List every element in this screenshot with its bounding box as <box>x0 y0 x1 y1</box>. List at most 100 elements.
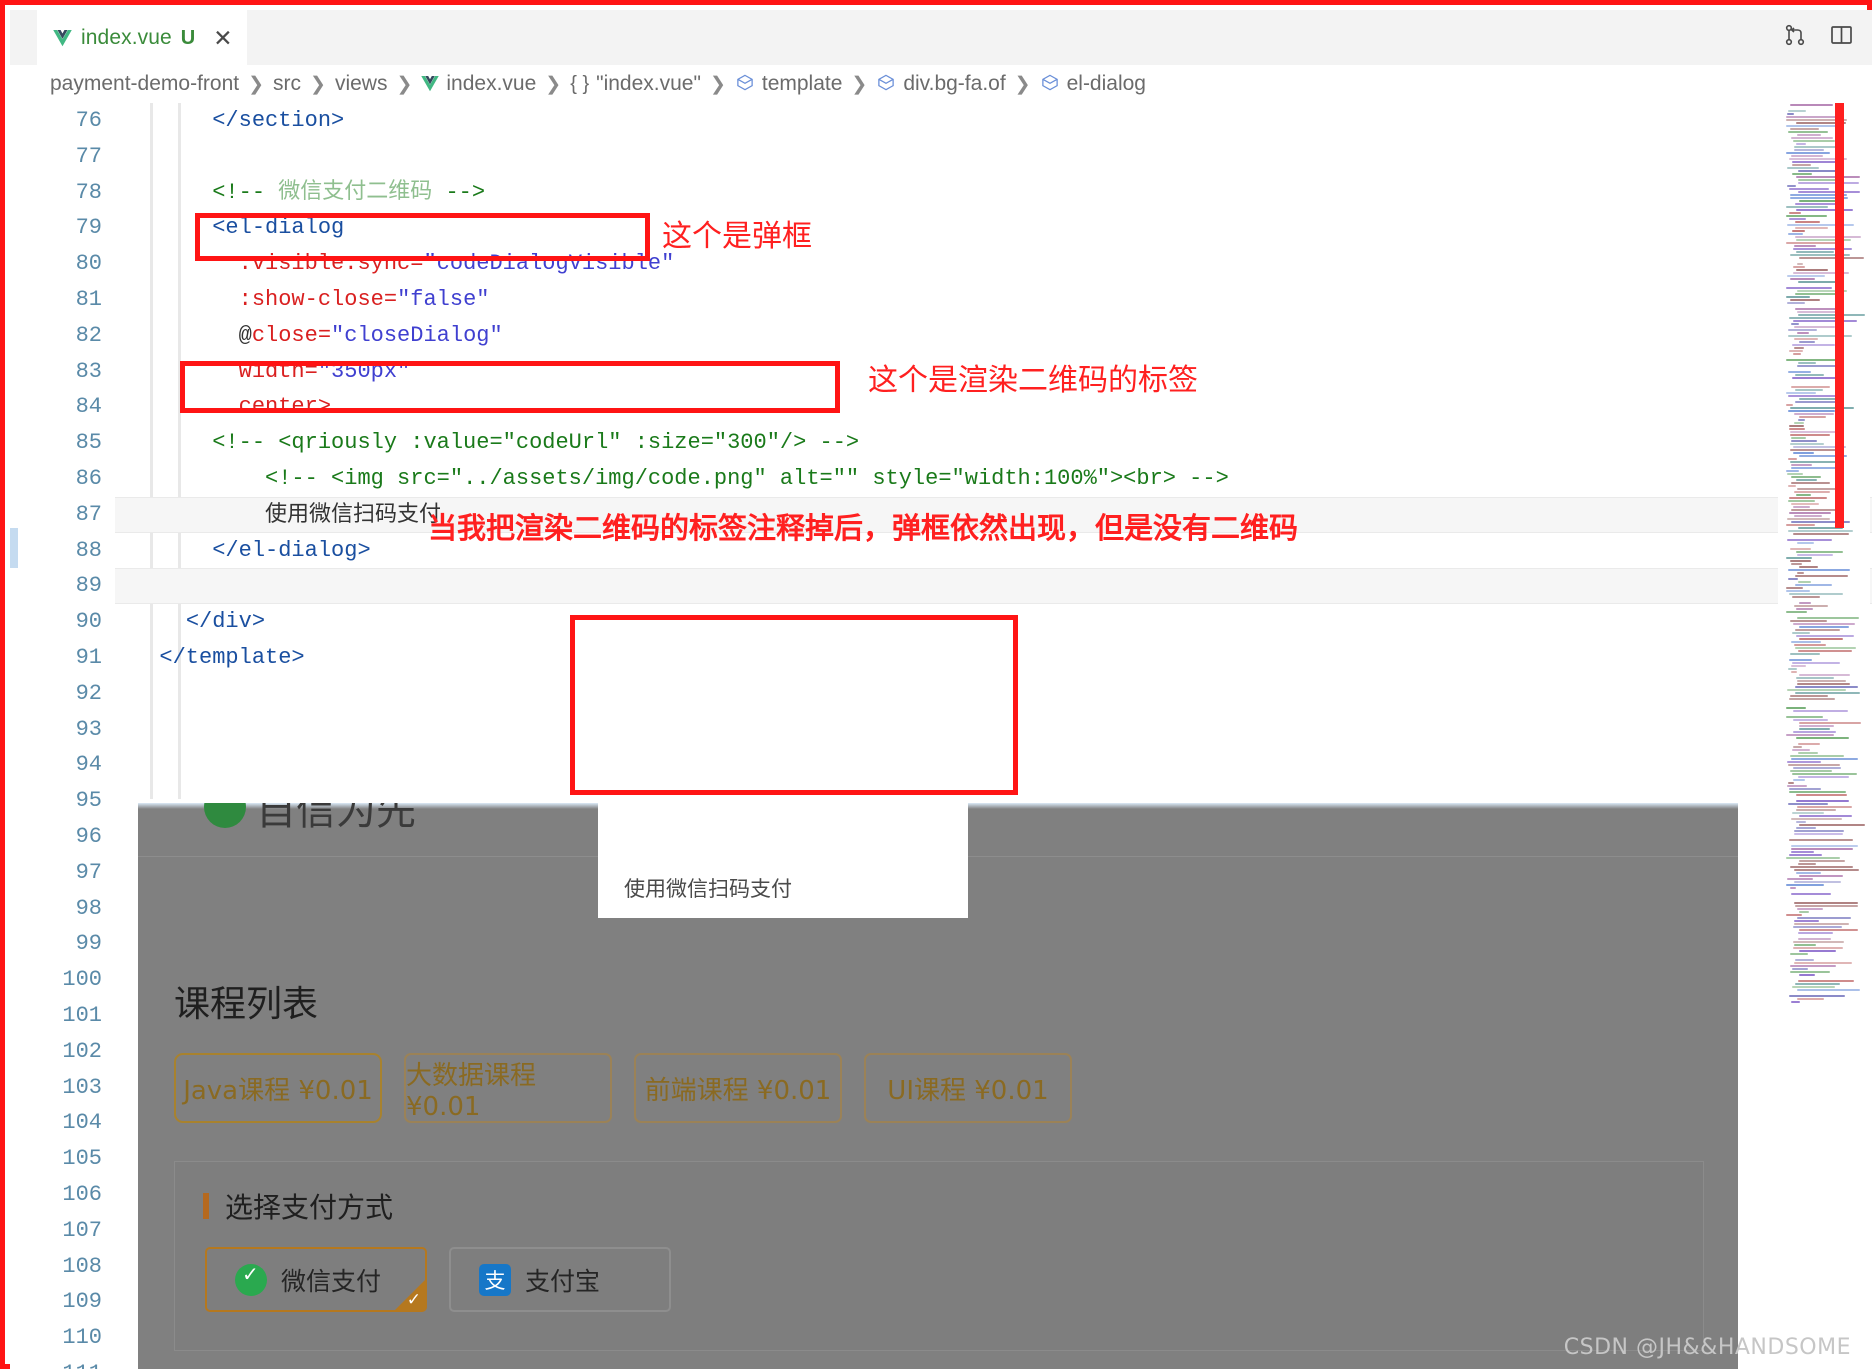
minimap-line <box>1787 539 1832 541</box>
code-token: close= <box>251 322 332 348</box>
course-card-list[interactable]: Java课程 ¥0.01 大数据课程 ¥0.01 前端课程 ¥0.01 UI课程 ¥0… <box>174 1053 1072 1123</box>
code-token: 使用微信扫码支付 <box>265 502 442 528</box>
line-number: 93 <box>75 716 102 742</box>
code-line[interactable]: @close="closeDialog" <box>115 318 1872 354</box>
minimap-line <box>1795 203 1837 205</box>
minimap-line <box>1794 644 1826 646</box>
minimap-line <box>1797 806 1852 808</box>
minimap-line <box>1792 230 1805 232</box>
minimap-line <box>1799 722 1861 724</box>
code-line[interactable] <box>115 139 1872 175</box>
minimap-line <box>1796 551 1843 553</box>
minimap-line <box>1791 476 1821 478</box>
breadcrumb-item-3[interactable]: views <box>335 72 388 96</box>
line-number: 83 <box>75 358 102 384</box>
breadcrumb-item-4[interactable]: index.vue <box>421 72 536 96</box>
minimap-line <box>1789 854 1822 856</box>
payment-method-panel: 选择支付方式 微信支付 ✓ 支支付宝 <box>174 1161 1704 1351</box>
minimap-line <box>1794 149 1824 151</box>
minimap-line <box>1795 992 1843 994</box>
minimap-line <box>1793 767 1841 769</box>
breadcrumb-item-2[interactable]: src <box>273 72 301 96</box>
course-card[interactable]: 前端课程 ¥0.01 <box>634 1053 842 1123</box>
editor-tab-index-vue[interactable]: index.vue U ✕ <box>37 10 247 65</box>
vertical-scrollbar[interactable] <box>1856 103 1872 1369</box>
code-line[interactable]: <el-dialog <box>115 210 1872 246</box>
minimap-line <box>1786 404 1793 406</box>
nav-item-3[interactable]: 个人中心 <box>1009 803 1109 815</box>
course-card[interactable]: Java课程 ¥0.01 <box>174 1053 382 1123</box>
minimap-line <box>1786 392 1816 394</box>
minimap-line <box>1796 794 1847 796</box>
payment-method-options[interactable]: 微信支付 ✓ 支支付宝 <box>205 1247 671 1312</box>
close-icon[interactable]: ✕ <box>213 26 232 50</box>
minimap-line <box>1798 314 1865 316</box>
breadcrumb-item-5[interactable]: { } "index.vue" <box>570 72 701 96</box>
minimap-line <box>1792 773 1857 775</box>
breadcrumb-item-6[interactable]: template <box>735 72 842 96</box>
code-line[interactable] <box>115 747 1872 783</box>
course-card[interactable]: 大数据课程 ¥0.01 <box>404 1053 612 1123</box>
line-number: 99 <box>75 931 102 957</box>
minimap-line <box>1791 845 1858 847</box>
code-line[interactable]: </template> <box>115 640 1872 676</box>
minimap-line <box>1796 494 1811 496</box>
code-line[interactable]: </div> <box>115 604 1872 640</box>
line-number: 89 <box>75 573 102 599</box>
payment-option-alipay[interactable]: 支支付宝 <box>449 1247 671 1312</box>
minimap-line <box>1787 785 1807 787</box>
code-line[interactable]: :show-close="false" <box>115 282 1872 318</box>
minimap-line <box>1793 941 1844 943</box>
code-line[interactable] <box>115 676 1872 712</box>
line-number: 109 <box>62 1289 102 1315</box>
minimap-line <box>1797 998 1824 1000</box>
minimap-line <box>1790 434 1830 436</box>
code-line[interactable]: :visible.sync="codeDialogVisible" <box>115 246 1872 282</box>
check-icon: ✓ <box>406 1290 421 1310</box>
split-diff-icon[interactable] <box>1783 23 1807 52</box>
line-number: 85 <box>75 430 102 456</box>
minimap-line <box>1797 989 1860 991</box>
minimap-line <box>1797 572 1804 574</box>
minimap-line <box>1799 704 1820 706</box>
minimap-line <box>1790 104 1833 106</box>
code-line[interactable]: <!-- <qriously :value="codeUrl" :size="3… <box>115 425 1872 461</box>
minimap-line <box>1798 170 1840 172</box>
minimap-line <box>1790 620 1827 622</box>
code-line[interactable] <box>115 712 1872 748</box>
minimap-line <box>1786 125 1838 127</box>
code-line[interactable]: </section> <box>115 103 1872 139</box>
minimap-line <box>1788 656 1839 658</box>
minimap-line <box>1786 524 1815 526</box>
line-number: 105 <box>62 1146 102 1172</box>
code-editor[interactable]: 76 77 78 79 80 81 82 83 84 85 86 87 88 89 90 91 92 93 94 95… <box>10 103 1872 1369</box>
minimap-line <box>1788 233 1803 235</box>
minimap-line <box>1795 389 1823 391</box>
breadcrumb-item-1[interactable]: payment-demo-front <box>50 72 239 96</box>
breadcrumb-item-label: payment-demo-front <box>50 72 240 95</box>
split-editor-icon[interactable] <box>1829 23 1854 52</box>
code-line[interactable]: <!-- <img src="../assets/img/code.png" a… <box>115 461 1872 497</box>
code-line[interactable]: <!-- 微信支付二维码 --> <box>115 175 1872 211</box>
breadcrumb-item-7[interactable]: div.bg-fa.of <box>876 72 1006 96</box>
breadcrumb-item-label: el-dialog <box>1066 72 1146 95</box>
minimap-line <box>1794 902 1858 904</box>
minimap-line <box>1786 206 1828 208</box>
minimap-line <box>1792 836 1848 838</box>
site-brand-name: 自信为先 <box>256 803 416 834</box>
course-card-label: UI课程 ¥0.01 <box>887 1075 1049 1106</box>
course-card[interactable]: UI课程 ¥0.01 <box>864 1053 1072 1123</box>
cube-icon <box>1040 73 1060 95</box>
payment-option-wechat-pay[interactable]: 微信支付 ✓ <box>205 1247 427 1312</box>
minimap-line <box>1791 818 1842 820</box>
minimap-line <box>1786 152 1830 154</box>
minimap-line <box>1793 623 1855 625</box>
code-line[interactable] <box>115 568 1872 605</box>
minimap-line <box>1795 575 1848 577</box>
minimap-line <box>1793 266 1805 268</box>
breadcrumb-separator: ❯ <box>709 73 726 95</box>
editor-tab-actions <box>1783 23 1854 52</box>
minimap-line <box>1792 812 1824 814</box>
breadcrumb-separator: ❯ <box>248 73 265 95</box>
breadcrumb-item-8[interactable]: el-dialog <box>1040 72 1146 96</box>
